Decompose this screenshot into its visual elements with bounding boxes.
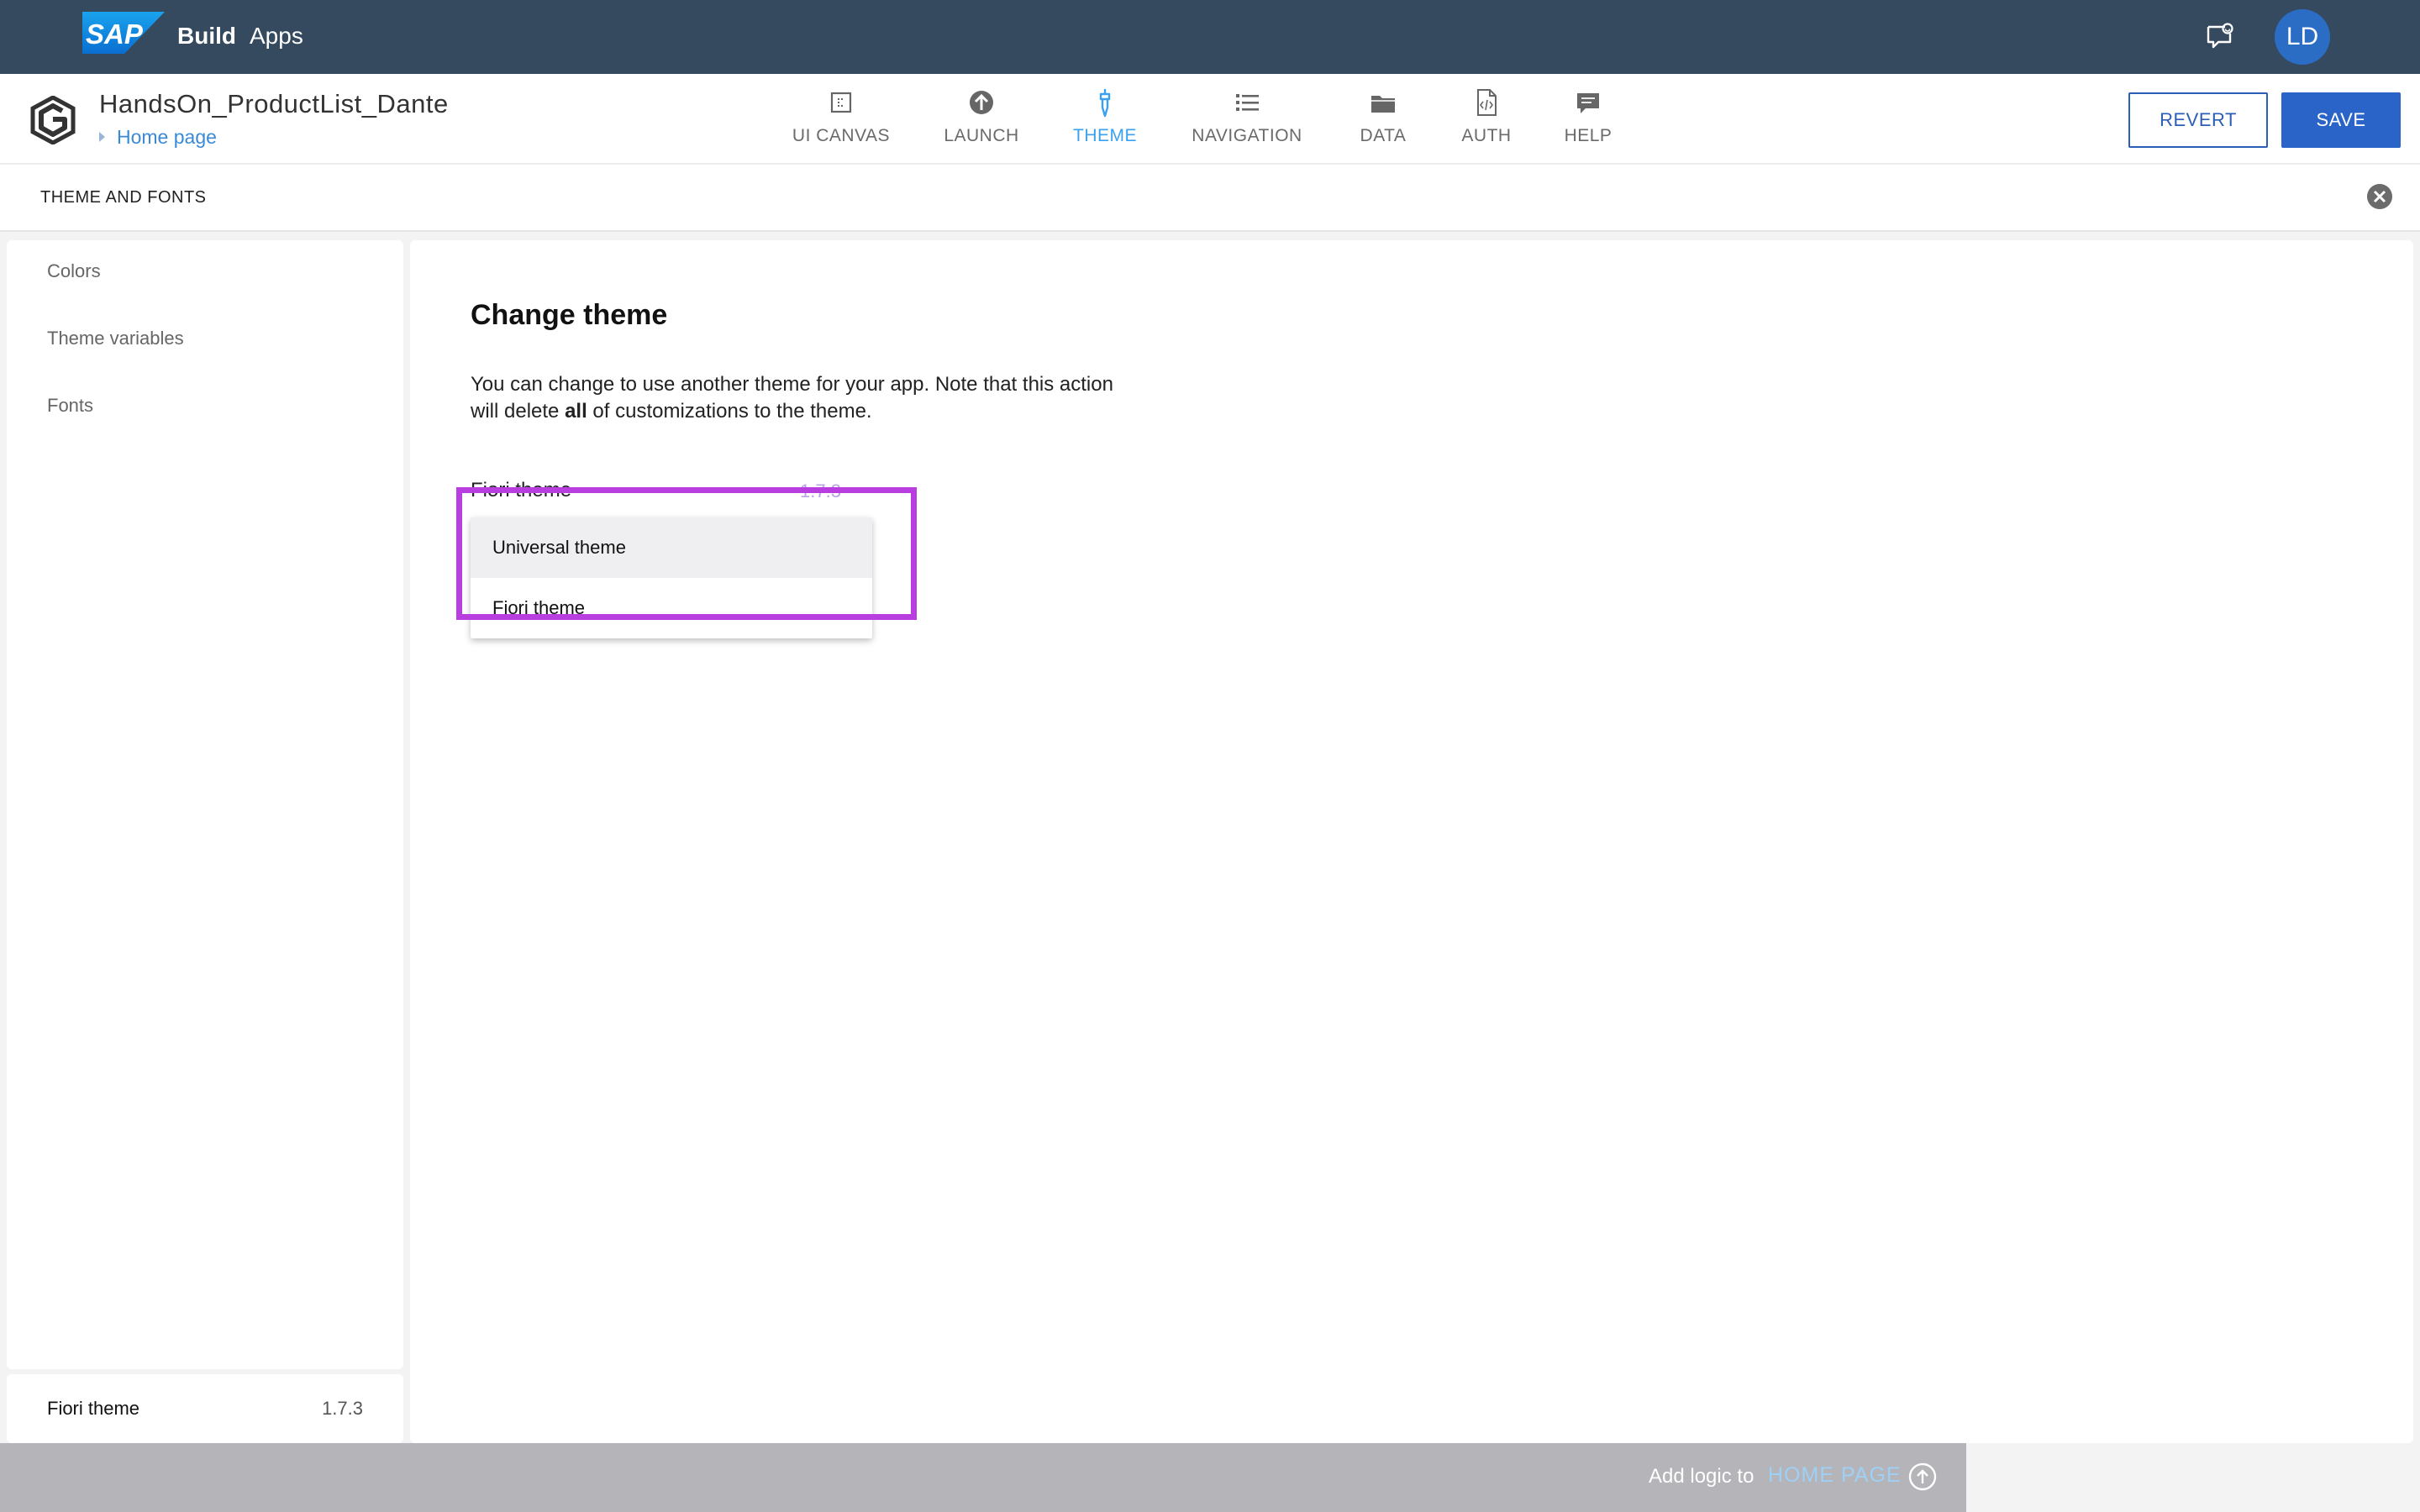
theme-dropdown-menu: Universal theme Fiori theme [471,517,872,638]
tab-label: THEME [1073,126,1137,145]
save-button[interactable]: SAVE [2281,92,2401,148]
tab-label: LAUNCH [944,126,1019,145]
tab-navigation[interactable]: NAVIGATION [1185,82,1309,158]
logic-bar: Add logic to HOME PAGE [0,1443,1966,1512]
tab-label: UI CANVAS [792,126,891,145]
tab-theme[interactable]: THEME [1065,82,1144,158]
app-logo-icon[interactable] [30,95,76,145]
main-panel: Change theme You can change to use anoth… [410,240,2413,1443]
theme-select[interactable]: Fiori theme 1.7.3 [471,479,849,509]
desc-text-end: of customizations to the theme. [587,400,872,423]
tab-label: AUTH [1461,126,1512,145]
close-icon[interactable] [2365,181,2395,212]
chat-bubble-icon [1577,93,1599,113]
sidebar-item-colors[interactable]: Colors [47,260,101,282]
user-avatar[interactable]: LD [2275,9,2330,65]
tab-label: HELP [1564,126,1612,145]
logic-target-link[interactable]: HOME PAGE [1768,1463,1902,1488]
theme-select-version: 1.7.3 [800,480,841,501]
product-title: Apps [250,23,303,49]
current-theme-version: 1.7.3 [322,1398,363,1419]
canvas-icon [830,92,852,113]
breadcrumb-page-link[interactable]: Home page [117,126,217,149]
theme-sidebar: Colors Theme variables Fonts [7,240,403,1369]
theme-brush-icon [1099,89,1111,118]
tab-help[interactable]: HELP [1556,82,1620,158]
tab-auth[interactable]: AUTH [1454,82,1519,158]
sidebar-item-fonts[interactable]: Fonts [47,395,93,417]
panel-title: THEME AND FONTS [40,188,207,207]
revert-button[interactable]: REVERT [2128,92,2268,148]
tab-label: DATA [1360,126,1407,145]
current-theme-name: Fiori theme [47,1398,140,1419]
product-title-bold: Build [177,23,236,49]
app-header: HandsOn_ProductList_Dante Home page UI C… [0,74,2420,165]
breadcrumb: Home page [99,124,217,150]
tab-launch[interactable]: LAUNCH [939,82,1023,158]
sap-logo[interactable]: SAP [82,12,165,54]
code-file-icon [1477,89,1497,116]
sidebar-item-theme-variables[interactable]: Theme variables [47,328,184,349]
desc-bold-text: all [565,400,587,423]
tab-data[interactable]: DATA [1349,82,1417,158]
page-title: Change theme [471,299,668,331]
logic-prefix: Add logic to [1649,1465,1754,1488]
panel-header: THEME AND FONTS [0,165,2420,232]
launch-icon [970,91,993,114]
caret-right-icon [99,132,105,142]
theme-description: You can change to use another theme for … [471,371,1143,425]
tab-label: NAVIGATION [1192,126,1302,145]
option-universal-theme[interactable]: Universal theme [471,517,872,578]
list-icon [1236,94,1259,111]
shell-bar: SAP Build Apps LD [0,0,2420,74]
svg-text:SAP: SAP [86,18,144,50]
arrow-up-circle-icon[interactable] [1907,1462,1938,1492]
feedback-icon[interactable] [2205,22,2235,52]
option-fiori-theme[interactable]: Fiori theme [471,578,872,638]
current-theme-footer: Fiori theme 1.7.3 [7,1374,403,1443]
tab-ui-canvas[interactable]: UI CANVAS [788,82,894,158]
folder-icon [1371,96,1395,113]
app-title: HandsOn_ProductList_Dante [99,89,449,118]
theme-select-value: Fiori theme [471,479,572,501]
